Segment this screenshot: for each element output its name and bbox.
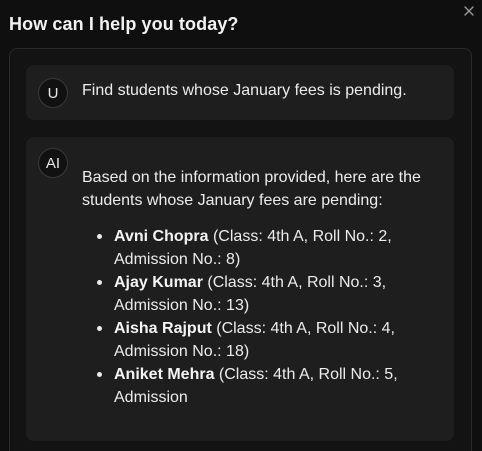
list-item: Ajay Kumar (Class: 4th A, Roll No.: 3, A… bbox=[97, 271, 448, 317]
assistant-panel: How can I help you today? U Find student… bbox=[0, 0, 482, 451]
student-name: Aisha Rajput bbox=[114, 320, 212, 337]
ai-message: AI Based on the information provided, he… bbox=[26, 137, 454, 441]
ai-message-body: Based on the information provided, here … bbox=[82, 166, 448, 409]
close-icon bbox=[464, 6, 474, 16]
list-item: Avni Chopra (Class: 4th A, Roll No.: 2, … bbox=[97, 225, 448, 271]
ai-avatar: AI bbox=[38, 148, 68, 178]
user-message: U Find students whose January fees is pe… bbox=[26, 65, 454, 120]
student-name: Ajay Kumar bbox=[114, 274, 203, 291]
close-button[interactable] bbox=[461, 3, 477, 19]
user-avatar: U bbox=[38, 78, 68, 108]
student-list: Avni Chopra (Class: 4th A, Roll No.: 2, … bbox=[82, 225, 448, 409]
ai-intro-text: Based on the information provided, here … bbox=[82, 169, 421, 209]
student-name: Aniket Mehra bbox=[114, 366, 215, 383]
student-name: Avni Chopra bbox=[114, 228, 209, 245]
user-message-text: Find students whose January fees is pend… bbox=[82, 82, 407, 99]
list-item: Aniket Mehra (Class: 4th A, Roll No.: 5,… bbox=[97, 363, 448, 409]
list-item: Aisha Rajput (Class: 4th A, Roll No.: 4,… bbox=[97, 317, 448, 363]
dialog-title: How can I help you today? bbox=[9, 14, 239, 34]
chat-history[interactable]: U Find students whose January fees is pe… bbox=[9, 48, 472, 451]
